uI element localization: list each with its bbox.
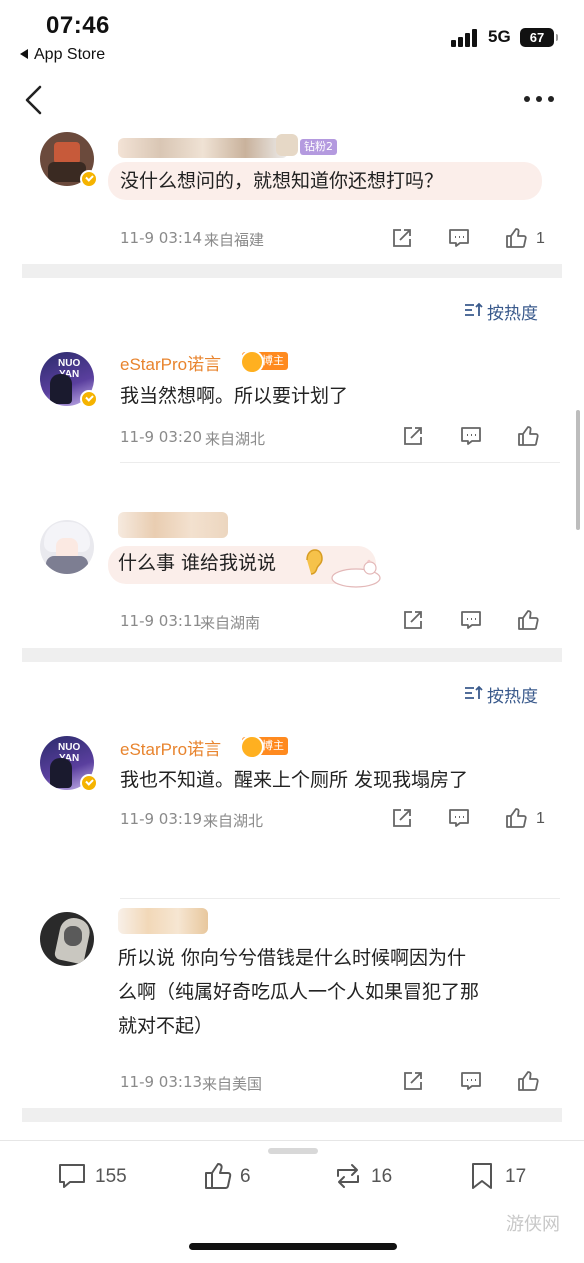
fan-level-badge: 钻粉2 (300, 139, 337, 155)
author-name[interactable]: eStarPro诺言 (120, 735, 221, 760)
comment-location: 来自福建 (204, 231, 265, 249)
author-name[interactable]: eStarPro诺言 (120, 350, 221, 375)
comment-time: 11-9 03:11 (120, 612, 203, 630)
reply-icon[interactable] (459, 424, 483, 448)
verified-badge-icon (80, 774, 98, 792)
like-count: 1 (536, 230, 545, 247)
share-icon[interactable] (390, 226, 414, 250)
more-options-icon[interactable] (522, 94, 556, 104)
comment-location: 来自湖南 (200, 614, 261, 632)
reposts-count: 16 (371, 1166, 393, 1187)
blogger-badge: 博主 (240, 735, 288, 759)
ear-emoji-icon (306, 549, 323, 575)
sort-by-popularity-button[interactable]: 按热度 (487, 299, 538, 324)
home-indicator[interactable] (189, 1243, 397, 1250)
verified-badge-icon (80, 390, 98, 408)
like-icon[interactable] (504, 226, 528, 250)
divider (120, 898, 560, 899)
status-bar: 07:46 App Store 5G 67 (0, 0, 584, 74)
repost-icon[interactable] (332, 1160, 364, 1192)
reply-location: 来自湖北 (203, 812, 264, 830)
reply-icon[interactable] (459, 608, 483, 632)
like-icon[interactable] (516, 608, 540, 632)
reply-icon[interactable] (447, 806, 471, 830)
comment-time: 11-9 03:13 (120, 1073, 203, 1091)
section-divider (22, 264, 562, 278)
comment-text-line2: 么啊（纯属好奇吃瓜人一个人如果冒犯了那 (118, 981, 480, 1003)
reply-icon[interactable] (447, 226, 471, 250)
verified-badge-icon (80, 170, 98, 188)
reply-time: 11-9 03:20 (120, 428, 203, 446)
reply-icon[interactable] (459, 1069, 483, 1093)
sticker-icon (331, 559, 381, 588)
likes-count: 6 (240, 1166, 251, 1187)
share-icon[interactable] (401, 424, 425, 448)
share-icon[interactable] (390, 806, 414, 830)
favorites-count: 17 (505, 1166, 527, 1187)
reply-text: 我当然想啊。所以要计划了 (120, 385, 349, 407)
blogger-badge: 博主 (240, 350, 288, 374)
drag-handle[interactable] (268, 1148, 318, 1154)
back-app-label: App Store (34, 46, 106, 63)
signal-icon (451, 29, 481, 47)
reply-location: 来自湖北 (205, 430, 266, 448)
like-icon[interactable] (202, 1160, 234, 1192)
username-blurred[interactable] (118, 512, 228, 538)
avatar[interactable] (40, 520, 94, 574)
battery-icon: 67 (520, 28, 558, 47)
comment-icon[interactable] (56, 1160, 88, 1192)
like-icon[interactable] (516, 1069, 540, 1093)
scrollbar[interactable] (576, 410, 580, 530)
comment-text-line1: 所以说 你向兮兮借钱是什么时候啊因为什 (118, 947, 467, 969)
back-triangle-icon (20, 48, 28, 59)
avatar-text-line1: NUO (58, 742, 81, 753)
comment-text: 什么事 谁给我说说 (118, 552, 277, 574)
username-blurred-fragment (276, 134, 298, 156)
share-icon[interactable] (401, 1069, 425, 1093)
avatar-text-line1: NUO (58, 358, 81, 369)
back-to-app-store-link[interactable]: App Store (20, 46, 105, 64)
like-icon[interactable] (504, 806, 528, 830)
bottom-bar-border (0, 1140, 584, 1141)
comments-count: 155 (95, 1166, 127, 1187)
section-divider (22, 1108, 562, 1122)
comment-location: 来自美国 (202, 1075, 263, 1093)
network-type: 5G (488, 27, 511, 46)
share-icon[interactable] (401, 608, 425, 632)
divider (120, 462, 560, 463)
favorite-icon[interactable] (466, 1160, 498, 1192)
like-count: 1 (536, 810, 545, 827)
comment-time: 11-9 03:14 (120, 229, 203, 247)
like-icon[interactable] (516, 424, 540, 448)
sort-icon[interactable] (464, 685, 484, 701)
username-blurred[interactable] (118, 908, 208, 934)
section-divider (22, 648, 562, 662)
reply-time: 11-9 03:19 (120, 810, 203, 828)
sort-by-popularity-button[interactable]: 按热度 (487, 682, 538, 707)
comment-text: 没什么想问的，就想知道你还想打吗？ (120, 170, 444, 192)
avatar[interactable] (40, 912, 94, 966)
sort-icon[interactable] (464, 302, 484, 318)
comment-text-line3: 就对不起） (118, 1015, 214, 1037)
status-time: 07:46 (46, 12, 110, 39)
reply-text: 我也不知道。醒来上个厕所 发现我塌房了 (120, 769, 469, 791)
back-chevron-icon[interactable] (22, 84, 46, 116)
username-blurred[interactable] (118, 138, 288, 158)
watermark: 游侠网 (506, 1214, 560, 1235)
